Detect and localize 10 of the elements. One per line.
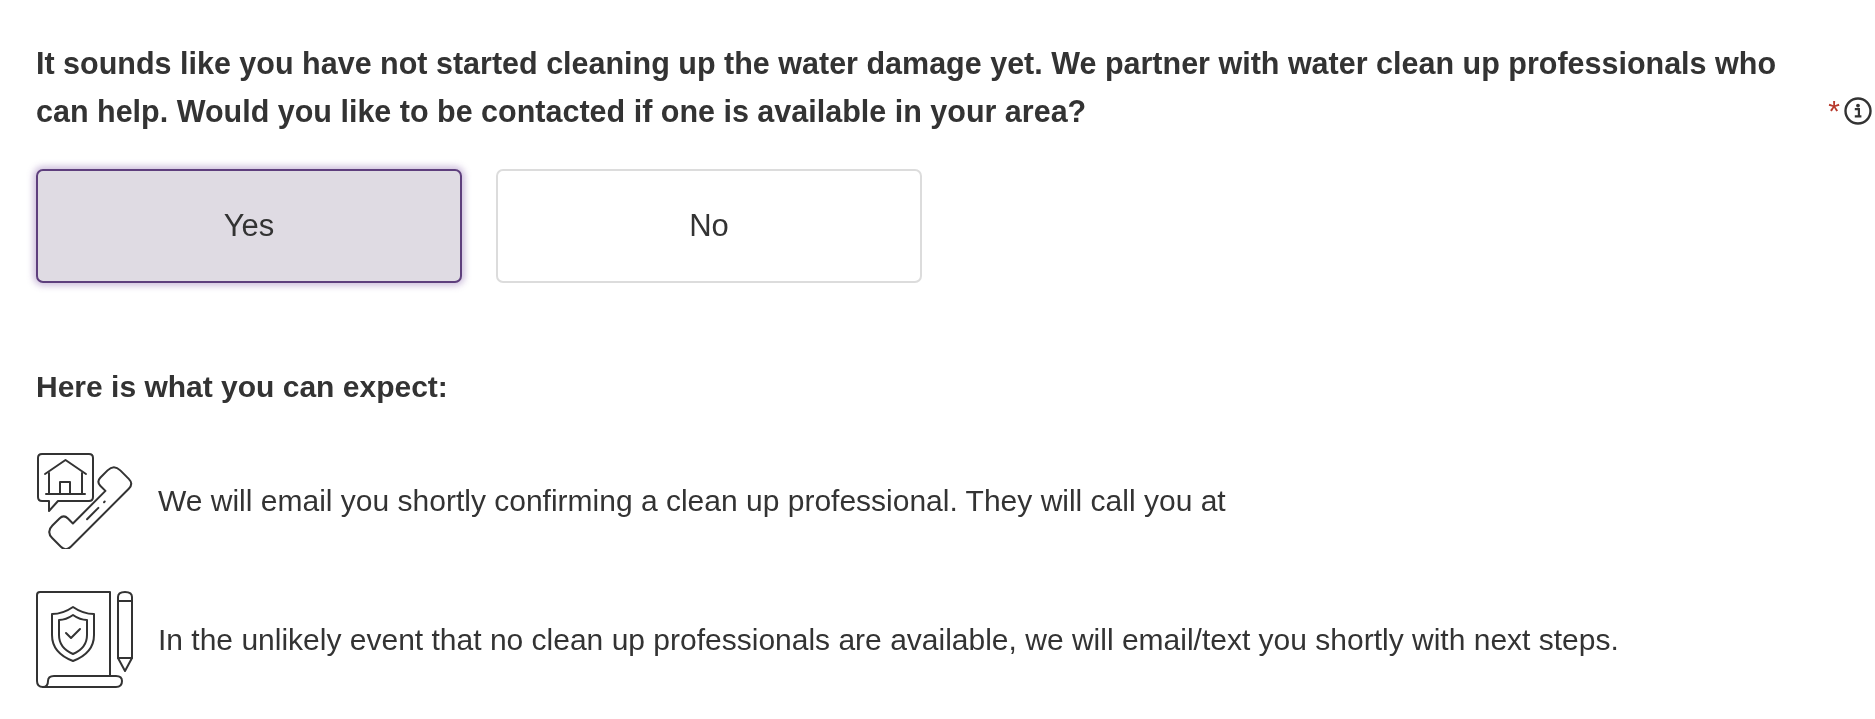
required-asterisk: *	[1828, 96, 1840, 126]
expectation-text: In the unlikely event that no clean up professionals are available, we will email/text you shortly with next steps.	[158, 621, 1619, 658]
expectation-text: We will email you shortly confirming a clean up professional. They will call you at	[158, 482, 1226, 519]
info-icon[interactable]	[1844, 97, 1872, 125]
house-phone-icon	[36, 452, 134, 549]
option-button[interactable]: Yes	[36, 169, 462, 283]
section-heading: Here is what you can expect:	[36, 369, 448, 405]
shield-document-pencil-icon	[36, 591, 134, 688]
question-text: It sounds like you have not started cleaning up the water damage yet. We partner with water clean up professionals who can help. Would you like to be contacted if one is available in your area?	[36, 45, 1778, 131]
option-button[interactable]: No	[496, 169, 922, 283]
